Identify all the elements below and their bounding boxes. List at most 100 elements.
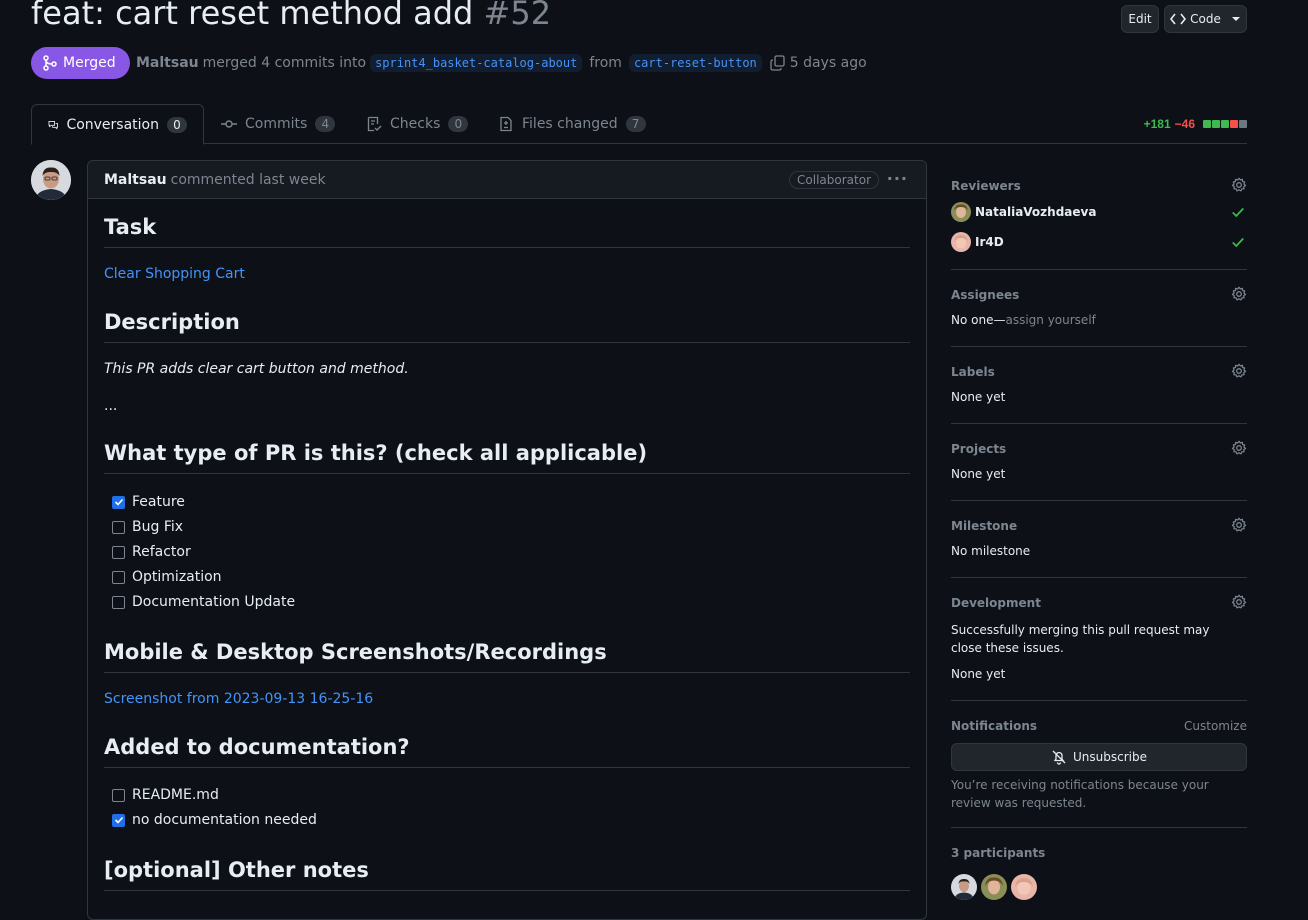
reviewer-avatar — [951, 232, 971, 252]
checklist-label: README.md — [132, 787, 219, 803]
base-branch-link[interactable]: sprint4_basket-catalog-about — [370, 54, 583, 72]
reviewers-title[interactable]: Reviewers — [951, 179, 1021, 193]
pr-type-heading: What type of PR is this? (check all appl… — [104, 441, 910, 474]
screenshots-heading: Mobile & Desktop Screenshots/Recordings — [104, 640, 910, 673]
unchecked-checkbox[interactable] — [112, 570, 125, 584]
diffstat: +181 −46 — [1144, 117, 1247, 131]
tab-conversation[interactable]: Conversation 0 — [31, 104, 204, 145]
projects-title[interactable]: Projects — [951, 442, 1006, 456]
description-heading: Description — [104, 310, 910, 343]
checklist-item: Optimization — [112, 569, 222, 585]
kebab-menu-icon[interactable]: ··· — [887, 169, 908, 188]
diffstat-block — [1212, 120, 1220, 128]
labels-section: Labels None yet — [951, 363, 1247, 424]
task-link[interactable]: Clear Shopping Cart — [104, 266, 245, 282]
merge-author-link[interactable]: Maltsau — [136, 55, 199, 71]
tab-files-changed-label: Files changed — [522, 116, 618, 132]
checked-checkbox[interactable] — [112, 813, 125, 827]
tab-commits[interactable]: Commits 4 — [205, 104, 351, 144]
from-text: from — [589, 55, 622, 71]
diffstat-deletions: −46 — [1174, 117, 1195, 131]
checklist-icon — [367, 116, 382, 132]
checklist-label: Documentation Update — [132, 594, 296, 610]
code-button[interactable]: Code — [1164, 5, 1247, 33]
labels-gear-icon[interactable] — [1231, 363, 1247, 379]
milestone-section: Milestone No milestone — [951, 517, 1247, 578]
reviewer-item[interactable]: NataliaVozhdaeva — [951, 202, 1096, 222]
participants-avatars — [951, 874, 1051, 902]
collaborator-badge: Collaborator — [789, 171, 879, 189]
edit-button[interactable]: Edit — [1121, 5, 1159, 33]
tab-commits-label: Commits — [245, 116, 308, 132]
head-branch-link[interactable]: cart-reset-button — [628, 54, 762, 72]
comment-author-link[interactable]: Maltsau — [104, 172, 167, 188]
check-icon — [114, 816, 123, 824]
diffstat-block — [1203, 120, 1211, 128]
pr-number: #52 — [483, 0, 552, 32]
assignees-section: Assignees No one—assign yourself — [951, 286, 1247, 347]
notifications-note: You’re receiving notifications because y… — [951, 778, 1209, 810]
projects-gear-icon[interactable] — [1231, 440, 1247, 456]
tab-conversation-count: 0 — [167, 116, 187, 133]
assign-yourself-link[interactable]: assign yourself — [1005, 313, 1095, 327]
author-avatar[interactable] — [31, 160, 71, 200]
check-icon — [114, 498, 123, 506]
projects-section: Projects None yet — [951, 440, 1247, 501]
diffstat-blocks — [1203, 120, 1247, 128]
unchecked-checkbox[interactable] — [112, 545, 125, 559]
merged-text: merged 4 commits into — [202, 55, 367, 71]
code-label: Code — [1190, 12, 1221, 26]
assignees-value: No one—assign yourself — [951, 313, 1096, 327]
tab-conversation-label: Conversation — [66, 116, 159, 133]
checklist-item: Refactor — [112, 544, 191, 560]
participants-title: 3 participants — [951, 846, 1046, 860]
participant-avatar[interactable] — [951, 874, 977, 900]
checked-checkbox[interactable] — [112, 495, 125, 509]
reviewers-gear-icon[interactable] — [1231, 177, 1247, 193]
tab-files-changed[interactable]: Files changed 7 — [482, 104, 662, 144]
participant-avatar[interactable] — [981, 874, 1007, 900]
tab-checks-count: 0 — [448, 116, 469, 132]
tab-checks-label: Checks — [390, 116, 441, 132]
unchecked-checkbox[interactable] — [112, 788, 125, 802]
unchecked-checkbox[interactable] — [112, 520, 125, 534]
assignees-gear-icon[interactable] — [1231, 286, 1247, 302]
labels-title[interactable]: Labels — [951, 365, 995, 379]
participant-avatar[interactable] — [1011, 874, 1037, 900]
tab-checks[interactable]: Checks 0 — [350, 104, 484, 144]
customize-link[interactable]: Customize — [1184, 719, 1247, 733]
tab-commits-count: 4 — [315, 116, 336, 132]
notifications-title: Notifications — [951, 719, 1038, 733]
diffstat-block — [1221, 120, 1229, 128]
projects-value: None yet — [951, 467, 1006, 481]
unsubscribe-label: Unsubscribe — [1073, 750, 1147, 764]
approved-check-icon — [1232, 207, 1244, 218]
reviewer-item[interactable]: Ir4D — [951, 232, 1004, 252]
assignees-title[interactable]: Assignees — [951, 288, 1019, 302]
approved-check-icon — [1232, 237, 1244, 248]
unsubscribe-button[interactable]: Unsubscribe — [951, 743, 1247, 771]
copy-icon[interactable] — [770, 55, 786, 71]
milestone-title[interactable]: Milestone — [951, 519, 1017, 533]
description-text: This PR adds clear cart button and metho… — [104, 361, 409, 377]
unchecked-checkbox[interactable] — [112, 595, 125, 609]
checklist-label: Bug Fix — [132, 519, 184, 535]
development-text: Successfully merging this pull request m… — [951, 623, 1210, 655]
development-title[interactable]: Development — [951, 596, 1041, 610]
comment-action[interactable]: commented last week — [171, 172, 326, 188]
comment-header: Maltsau commented last week Collaborator… — [88, 161, 926, 199]
screenshot-link[interactable]: Screenshot from 2023-09-13 16-25-16 — [104, 691, 373, 707]
merged-label: Merged — [63, 55, 116, 71]
merged-status-badge: Merged — [31, 47, 130, 79]
other-notes-heading: [optional] Other notes — [104, 858, 910, 891]
reviewer-avatar — [951, 202, 971, 222]
checklist-label: Optimization — [132, 569, 222, 585]
diffstat-additions: +181 — [1143, 117, 1171, 131]
file-diff-icon — [500, 116, 512, 132]
reviewers-section: Reviewers NataliaVozhdaeva Ir4D — [951, 177, 1247, 270]
checklist-label: Feature — [132, 494, 185, 510]
git-commit-icon — [221, 120, 237, 128]
documentation-heading: Added to documentation? — [104, 735, 910, 768]
development-gear-icon[interactable] — [1231, 594, 1247, 610]
milestone-gear-icon[interactable] — [1231, 517, 1247, 533]
